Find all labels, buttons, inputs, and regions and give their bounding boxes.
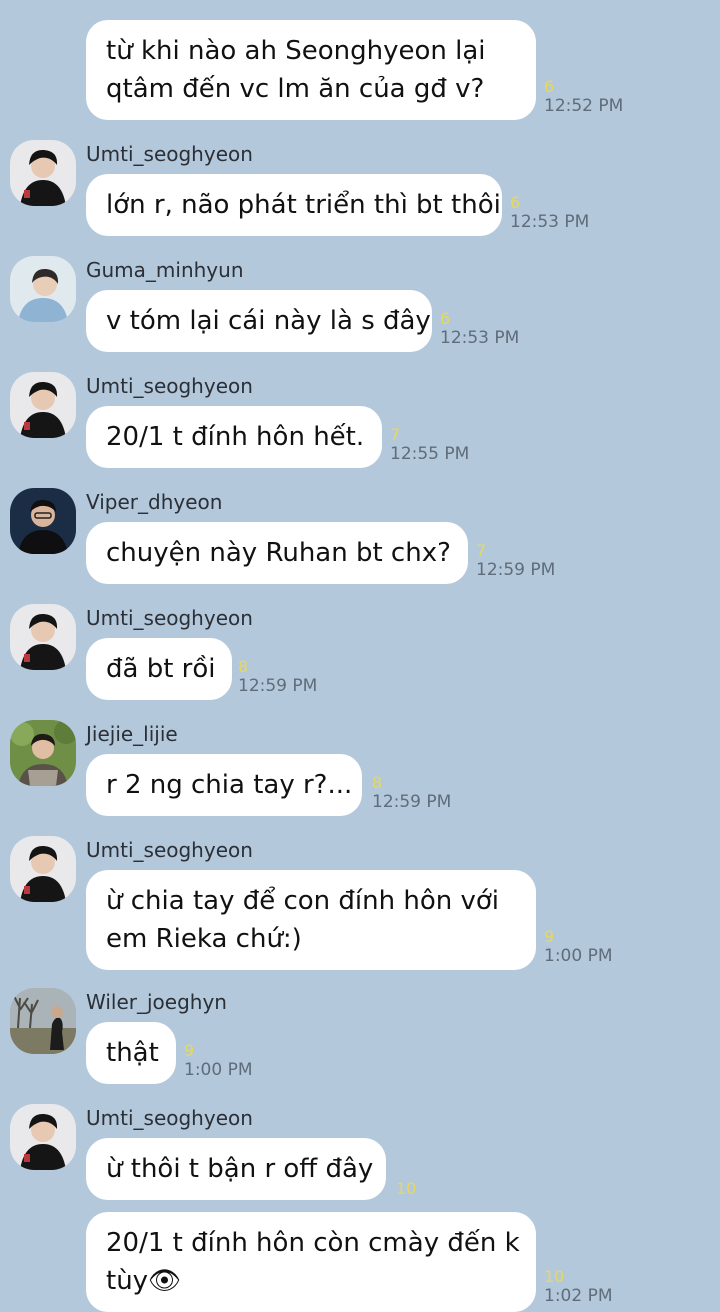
unread-count: 10 bbox=[544, 1267, 565, 1286]
message-bubble[interactable]: thật bbox=[86, 1022, 176, 1084]
message-text: chuyện này Ruhan bt chx? bbox=[106, 538, 451, 568]
message-time: 12:59 PM bbox=[238, 676, 318, 696]
person-avatar-icon bbox=[10, 1104, 76, 1170]
sender-name: Umti_seoghyeon bbox=[86, 606, 253, 630]
message-text: r 2 ng chia tay r?... bbox=[106, 770, 353, 800]
unread-count: 6 bbox=[510, 193, 521, 212]
message-text: 20/1 t đính hôn còn cmày đến k bbox=[106, 1228, 520, 1258]
message-text: tùy👁 bbox=[106, 1266, 182, 1296]
message-bubble[interactable]: r 2 ng chia tay r?... bbox=[86, 754, 362, 816]
message-bubble[interactable]: chuyện này Ruhan bt chx? bbox=[86, 522, 468, 584]
sender-name: Umti_seoghyeon bbox=[86, 1106, 253, 1130]
chat-room[interactable]: từ khi nào ah Seonghyeon lại qtâm đến vc… bbox=[0, 0, 720, 1312]
profile-avatar[interactable] bbox=[10, 988, 76, 1054]
sender-name: Umti_seoghyeon bbox=[86, 838, 253, 862]
sender-name: Viper_dhyeon bbox=[86, 490, 223, 514]
message-text: ừ chia tay để con đính hôn với bbox=[106, 886, 500, 916]
person-avatar-icon bbox=[10, 604, 76, 670]
message-text: từ khi nào ah Seonghyeon lại bbox=[106, 36, 486, 66]
unread-count: 10 bbox=[396, 1179, 417, 1198]
sender-name: Jiejie_lijie bbox=[86, 722, 178, 746]
message-text: 20/1 t đính hôn hết. bbox=[106, 422, 365, 452]
unread-count: 7 bbox=[476, 541, 487, 560]
profile-avatar[interactable] bbox=[10, 836, 76, 902]
sender-name: Guma_minhyun bbox=[86, 258, 244, 282]
message-time: 1:02 PM bbox=[544, 1286, 613, 1306]
message-text: thật bbox=[106, 1038, 159, 1068]
message-meta: 8 12:59 PM bbox=[372, 773, 452, 813]
profile-avatar[interactable] bbox=[10, 372, 76, 438]
message-bubble[interactable]: từ khi nào ah Seonghyeon lại qtâm đến vc… bbox=[86, 20, 536, 120]
message-text: ừ thôi t bận r off đây bbox=[106, 1154, 374, 1184]
message-text: lớn r, não phát triển thì bt thôi bbox=[106, 190, 501, 220]
unread-count: 8 bbox=[238, 657, 249, 676]
message-meta: 6 12:53 PM bbox=[510, 193, 590, 233]
profile-avatar[interactable] bbox=[10, 256, 76, 322]
message-text: qtâm đến vc lm ăn của gđ v? bbox=[106, 74, 485, 104]
message-meta: 7 12:59 PM bbox=[476, 541, 556, 581]
profile-avatar[interactable] bbox=[10, 1104, 76, 1170]
sender-name: Umti_seoghyeon bbox=[86, 142, 253, 166]
unread-count: 9 bbox=[544, 927, 555, 946]
unread-count: 9 bbox=[184, 1041, 195, 1060]
message-text: v tóm lại cái này là s đây bbox=[106, 306, 431, 336]
unread-count: 6 bbox=[440, 309, 451, 328]
profile-avatar[interactable] bbox=[10, 488, 76, 554]
person-avatar-icon bbox=[10, 720, 76, 786]
person-avatar-icon bbox=[10, 488, 76, 554]
message-meta: 9 1:00 PM bbox=[544, 927, 613, 967]
message-bubble[interactable]: 20/1 t đính hôn còn cmày đến k tùy👁 bbox=[86, 1212, 536, 1312]
unread-count: 7 bbox=[390, 425, 401, 444]
person-avatar-icon bbox=[10, 988, 76, 1054]
message-time: 12:52 PM bbox=[544, 96, 624, 116]
person-avatar-icon bbox=[10, 836, 76, 902]
message-bubble[interactable]: v tóm lại cái này là s đây bbox=[86, 290, 432, 352]
profile-avatar[interactable] bbox=[10, 140, 76, 206]
message-meta: 9 1:00 PM bbox=[184, 1041, 253, 1081]
message-bubble[interactable]: ừ chia tay để con đính hôn với em Rieka … bbox=[86, 870, 536, 970]
message-time: 12:55 PM bbox=[390, 444, 470, 464]
message-meta: 8 12:59 PM bbox=[238, 657, 318, 697]
message-meta: 6 12:52 PM bbox=[544, 77, 624, 117]
message-time: 12:53 PM bbox=[510, 212, 590, 232]
profile-avatar[interactable] bbox=[10, 720, 76, 786]
message-meta: 6 12:53 PM bbox=[440, 309, 520, 349]
profile-avatar[interactable] bbox=[10, 604, 76, 670]
message-time: 12:53 PM bbox=[440, 328, 520, 348]
person-avatar-icon bbox=[10, 372, 76, 438]
message-meta: 7 12:55 PM bbox=[390, 425, 470, 465]
unread-count: 6 bbox=[544, 77, 555, 96]
message-time: 1:00 PM bbox=[184, 1060, 253, 1080]
person-avatar-icon bbox=[10, 256, 76, 322]
message-time: 1:00 PM bbox=[544, 946, 613, 966]
person-avatar-icon bbox=[10, 140, 76, 206]
sender-name: Umti_seoghyeon bbox=[86, 374, 253, 398]
sender-name: Wiler_joeghyn bbox=[86, 990, 227, 1014]
message-text: đã bt rồi bbox=[106, 654, 216, 684]
message-time: 12:59 PM bbox=[476, 560, 556, 580]
message-bubble[interactable]: lớn r, não phát triển thì bt thôi bbox=[86, 174, 502, 236]
message-meta: 10 bbox=[396, 1180, 416, 1198]
message-text: em Rieka chứ:) bbox=[106, 924, 302, 954]
unread-count: 8 bbox=[372, 773, 383, 792]
message-time: 12:59 PM bbox=[372, 792, 452, 812]
message-meta: 10 1:02 PM bbox=[544, 1267, 613, 1307]
message-bubble[interactable]: 20/1 t đính hôn hết. bbox=[86, 406, 382, 468]
message-bubble[interactable]: đã bt rồi bbox=[86, 638, 232, 700]
message-bubble[interactable]: ừ thôi t bận r off đây bbox=[86, 1138, 386, 1200]
